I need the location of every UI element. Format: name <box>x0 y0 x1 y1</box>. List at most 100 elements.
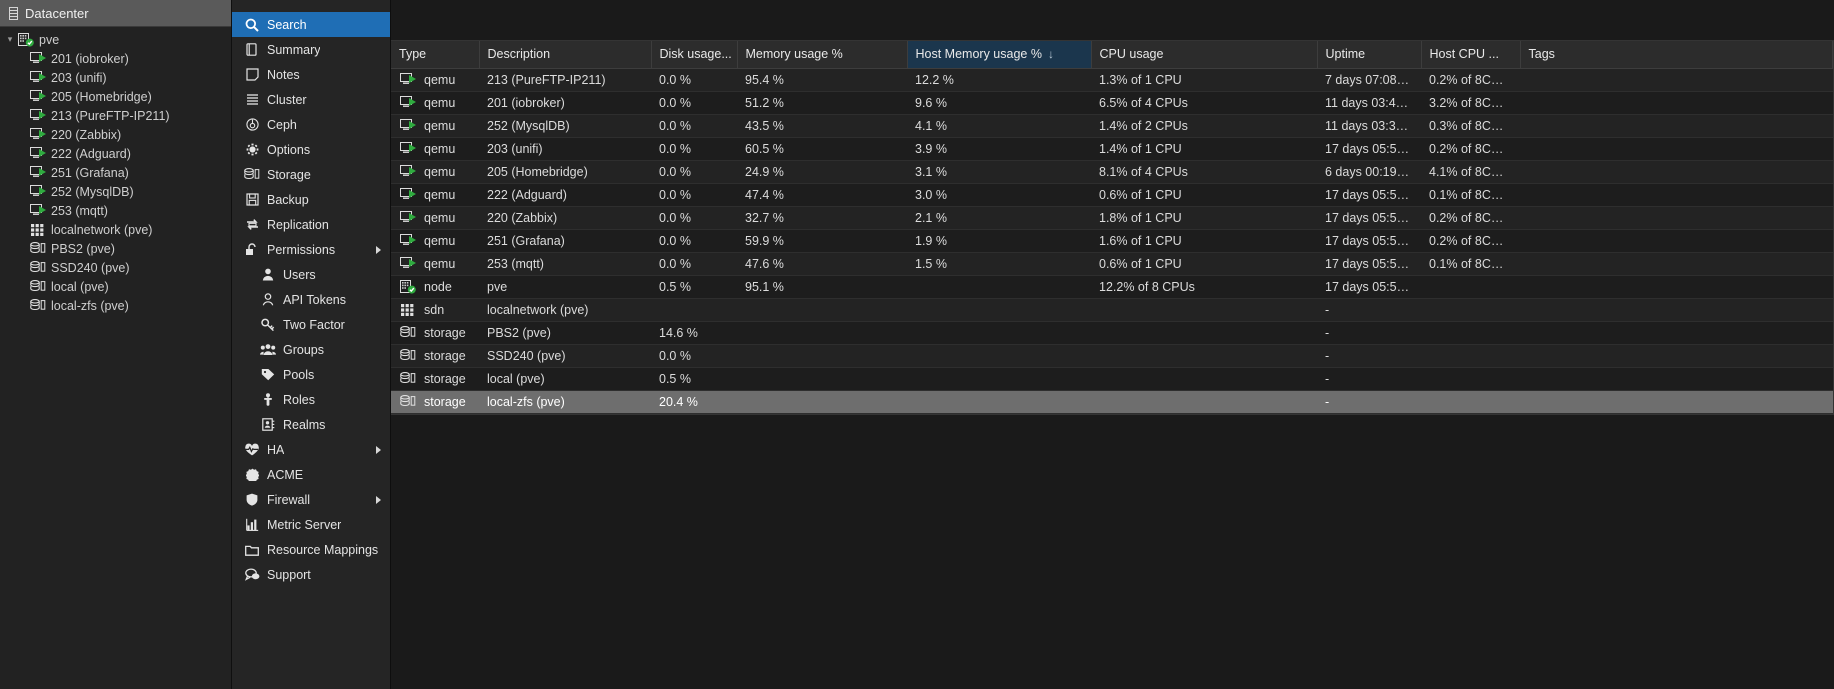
cell-type-label: qemu <box>424 141 456 156</box>
tree-twisty-down-icon[interactable]: ▾ <box>4 34 16 45</box>
table-row[interactable]: qemu 252 (MysqlDB) 0.0 % 43.5 % 4.1 % 1.4% of… <box>391 114 1833 138</box>
table-row[interactable]: qemu 205 (Homebridge) 0.0 % 24.9 % 3.1 % 8.1%… <box>391 160 1833 184</box>
user-icon <box>258 268 278 281</box>
cell-type-label: qemu <box>424 118 456 133</box>
cell-type-label: sdn <box>424 302 445 317</box>
column-header-disk-usage[interactable]: Disk usage... <box>651 41 738 69</box>
menu-item-support[interactable]: Support <box>232 562 390 587</box>
column-header-host-cpu[interactable]: Host CPU ... <box>1421 41 1521 69</box>
tree-item[interactable]: 252 (MysqlDB) <box>0 182 231 201</box>
tree-item-label: 251 (Grafana) <box>51 165 129 180</box>
table-row[interactable]: node pve 0.5 % 95.1 % 12.2% of 8 CPUs 17 days… <box>391 275 1833 299</box>
menu-item-label: Replication <box>267 217 329 232</box>
tree-item[interactable]: 205 (Homebridge) <box>0 87 231 106</box>
column-header-cpu-usage[interactable]: CPU usage <box>1091 41 1318 69</box>
table-row[interactable]: sdn localnetwork (pve) - <box>391 298 1833 322</box>
column-header-label: Memory usage % <box>745 47 843 62</box>
menu-item-cluster[interactable]: Cluster <box>232 87 390 112</box>
table-row[interactable]: qemu 222 (Adguard) 0.0 % 47.4 % 3.0 % 0.6% of… <box>391 183 1833 207</box>
chevron-right-icon[interactable] <box>376 245 381 254</box>
unlock-icon <box>242 243 262 256</box>
menu-item-api-tokens[interactable]: API Tokens <box>232 287 390 312</box>
menu-item-realms[interactable]: Realms <box>232 412 390 437</box>
tree-item[interactable]: 222 (Adguard) <box>0 144 231 163</box>
column-header-description[interactable]: Description <box>479 41 652 69</box>
cell-cpu: 1.4% of 2 CPUs <box>1091 114 1317 138</box>
table-body: qemu 213 (PureFTP-IP211) 0.0 % 95.4 % 12.2 %… <box>391 68 1833 414</box>
menu-item-resource-mappings[interactable]: Resource Mappings <box>232 537 390 562</box>
table-row[interactable]: qemu 253 (mqtt) 0.0 % 47.6 % 1.5 % 0.6% of 1 … <box>391 252 1833 276</box>
search-results-table: Type Description Disk usage... Memory usage… <box>391 41 1833 414</box>
column-header-type[interactable]: Type <box>391 41 480 69</box>
cell-type: qemu <box>391 68 479 92</box>
menu-item-roles[interactable]: Roles <box>232 387 390 412</box>
table-row[interactable]: qemu 251 (Grafana) 0.0 % 59.9 % 1.9 % 1.6% of… <box>391 229 1833 253</box>
table-row[interactable]: qemu 201 (iobroker) 0.0 % 51.2 % 9.6 % 6.5% o… <box>391 91 1833 115</box>
tree-item[interactable]: ▾ pve <box>0 30 231 49</box>
cell-type: qemu <box>391 229 479 253</box>
cell-type: qemu <box>391 183 479 207</box>
menu-item-summary[interactable]: Summary <box>232 37 390 62</box>
table-row[interactable]: qemu 203 (unifi) 0.0 % 60.5 % 3.9 % 1.4% of 1… <box>391 137 1833 161</box>
chevron-right-icon[interactable] <box>376 495 381 504</box>
key-icon <box>258 318 278 331</box>
column-header-host-memory-usage[interactable]: Host Memory usage % ↓ <box>907 41 1092 69</box>
cell-cpu: 1.6% of 1 CPU <box>1091 229 1317 253</box>
cell-uptime: - <box>1317 321 1421 345</box>
tree-item[interactable]: 213 (PureFTP-IP211) <box>0 106 231 125</box>
tree-item-label: 222 (Adguard) <box>51 146 131 161</box>
menu-item-groups[interactable]: Groups <box>232 337 390 362</box>
tree-item-label: SSD240 (pve) <box>51 260 130 275</box>
menu-item-ha[interactable]: HA <box>232 437 390 462</box>
cell-disk: 20.4 % <box>651 390 737 414</box>
menu-item-search[interactable]: Search <box>232 12 390 37</box>
column-header-tags[interactable]: Tags <box>1520 41 1833 69</box>
tree-item[interactable]: localnetwork (pve) <box>0 220 231 239</box>
storage-icon <box>399 349 417 362</box>
table-row[interactable]: qemu 213 (PureFTP-IP211) 0.0 % 95.4 % 12.2 %… <box>391 68 1833 92</box>
tree-item[interactable]: SSD240 (pve) <box>0 258 231 277</box>
tree-item[interactable]: PBS2 (pve) <box>0 239 231 258</box>
chevron-right-icon[interactable] <box>376 445 381 454</box>
menu-item-backup[interactable]: Backup <box>232 187 390 212</box>
tree-item[interactable]: 220 (Zabbix) <box>0 125 231 144</box>
menu-item-permissions[interactable]: Permissions <box>232 237 390 262</box>
table-row[interactable]: storage local (pve) 0.5 % - <box>391 367 1833 391</box>
menu-item-firewall[interactable]: Firewall <box>232 487 390 512</box>
menu-item-two-factor[interactable]: Two Factor <box>232 312 390 337</box>
column-header-memory-usage[interactable]: Memory usage % <box>737 41 908 69</box>
tree-item[interactable]: 203 (unifi) <box>0 68 231 87</box>
menu-item-options[interactable]: Options <box>232 137 390 162</box>
column-header-uptime[interactable]: Uptime <box>1317 41 1422 69</box>
menu-item-acme[interactable]: ACME <box>232 462 390 487</box>
cell-tags <box>1520 68 1833 92</box>
menu-item-metric-server[interactable]: Metric Server <box>232 512 390 537</box>
table-row[interactable]: storage PBS2 (pve) 14.6 % - <box>391 321 1833 345</box>
replication-arrows-icon <box>242 218 262 231</box>
menu-item-users[interactable]: Users <box>232 262 390 287</box>
tree-item[interactable]: local (pve) <box>0 277 231 296</box>
cell-cpu: 12.2% of 8 CPUs <box>1091 275 1317 299</box>
tree-item[interactable]: 201 (iobroker) <box>0 49 231 68</box>
menu-item-pools[interactable]: Pools <box>232 362 390 387</box>
menu-item-storage[interactable]: Storage <box>232 162 390 187</box>
menu-item-label: ACME <box>267 467 304 482</box>
menu-item-notes[interactable]: Notes <box>232 62 390 87</box>
qemu-vm-icon <box>28 52 48 65</box>
table-row[interactable]: storage SSD240 (pve) 0.0 % - <box>391 344 1833 368</box>
resource-tree-header[interactable]: Datacenter <box>0 0 231 27</box>
cell-host-memory: 9.6 % <box>907 91 1091 115</box>
menu-item-replication[interactable]: Replication <box>232 212 390 237</box>
tree-item[interactable]: 253 (mqtt) <box>0 201 231 220</box>
cell-tags <box>1520 367 1833 391</box>
qemu-vm-icon <box>28 166 48 179</box>
cell-uptime: - <box>1317 298 1421 322</box>
cell-description: 220 (Zabbix) <box>479 206 651 230</box>
cell-type: sdn <box>391 298 479 322</box>
tree-item[interactable]: 251 (Grafana) <box>0 163 231 182</box>
table-row[interactable]: qemu 220 (Zabbix) 0.0 % 32.7 % 2.1 % 1.8% of … <box>391 206 1833 230</box>
tree-item[interactable]: local-zfs (pve) <box>0 296 231 315</box>
menu-item-ceph[interactable]: Ceph <box>232 112 390 137</box>
cell-host-cpu: 4.1% of 8C… <box>1421 160 1520 184</box>
table-row[interactable]: storage local-zfs (pve) 20.4 % - <box>391 390 1833 414</box>
